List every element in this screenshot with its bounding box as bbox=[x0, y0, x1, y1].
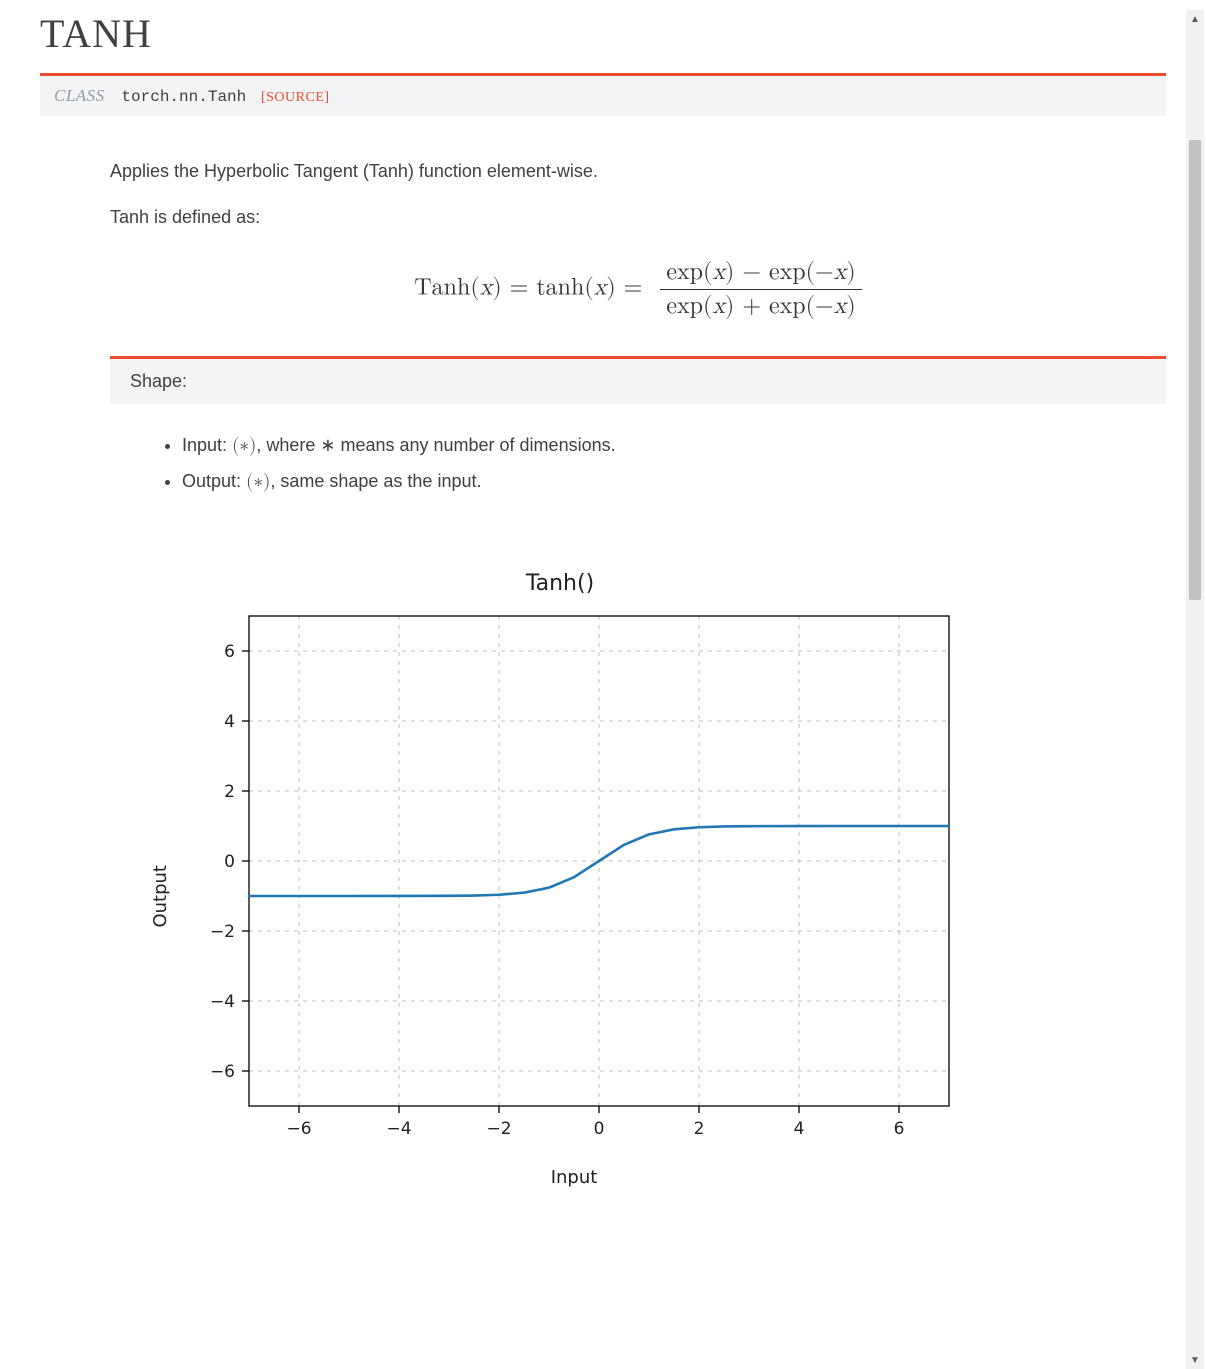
kind-label: CLASS bbox=[54, 86, 105, 105]
formula: Tanh(x) = tanh(x) = exp(x) − exp(−x) exp… bbox=[110, 258, 1166, 321]
svg-text:−4: −4 bbox=[210, 992, 235, 1012]
scroll-down-icon[interactable]: ▼ bbox=[1186, 1351, 1204, 1369]
shape-output: Output: (∗), same shape as the input. bbox=[182, 464, 1166, 500]
chart-ylabel: Output bbox=[150, 865, 171, 928]
shape-section: Shape: Input: (∗), where ∗ means any num… bbox=[110, 356, 1166, 500]
svg-text:−2: −2 bbox=[210, 922, 235, 942]
scroll-up-icon[interactable]: ▲ bbox=[1186, 10, 1204, 28]
class-signature: CLASS torch.nn.Tanh [SOURCE] bbox=[40, 73, 1166, 116]
tanh-plot: Tanh() Output −6 −4 −2 0 2 4 6 −6 −4 −2 0 2 4 6 Input bbox=[150, 571, 970, 1188]
formula-lhs: Tanh(x) = tanh(x) = bbox=[414, 275, 642, 299]
svg-text:6: 6 bbox=[224, 642, 235, 662]
page-title: TANH bbox=[40, 10, 1166, 57]
svg-text:0: 0 bbox=[594, 1119, 605, 1139]
svg-text:−6: −6 bbox=[210, 1062, 235, 1082]
chart-xlabel: Input bbox=[189, 1167, 959, 1188]
svg-text:−6: −6 bbox=[286, 1119, 311, 1139]
shape-header: Shape: bbox=[110, 359, 1166, 404]
svg-text:2: 2 bbox=[224, 782, 235, 802]
shape-input: Input: (∗), where ∗ means any number of … bbox=[182, 428, 1166, 464]
svg-text:4: 4 bbox=[224, 712, 235, 732]
svg-text:−4: −4 bbox=[386, 1119, 411, 1139]
svg-text:0: 0 bbox=[224, 852, 235, 872]
description-line-2: Tanh is defined as: bbox=[110, 204, 1166, 232]
formula-denominator: exp(x) + exp(−x) bbox=[660, 290, 861, 321]
class-fqn: torch.nn.Tanh bbox=[121, 88, 246, 106]
chart-title: Tanh() bbox=[150, 571, 970, 596]
description-line-1: Applies the Hyperbolic Tangent (Tanh) fu… bbox=[110, 158, 1166, 186]
scrollbar[interactable]: ▲ ▼ bbox=[1186, 10, 1204, 1369]
formula-numerator: exp(x) − exp(−x) bbox=[660, 258, 861, 290]
svg-text:6: 6 bbox=[894, 1119, 905, 1139]
chart-svg: −6 −4 −2 0 2 4 6 −6 −4 −2 0 2 4 6 bbox=[189, 606, 959, 1156]
svg-text:4: 4 bbox=[794, 1119, 805, 1139]
svg-text:−2: −2 bbox=[486, 1119, 511, 1139]
svg-text:2: 2 bbox=[694, 1119, 705, 1139]
source-link[interactable]: [SOURCE] bbox=[261, 90, 330, 105]
scroll-thumb[interactable] bbox=[1189, 140, 1201, 600]
